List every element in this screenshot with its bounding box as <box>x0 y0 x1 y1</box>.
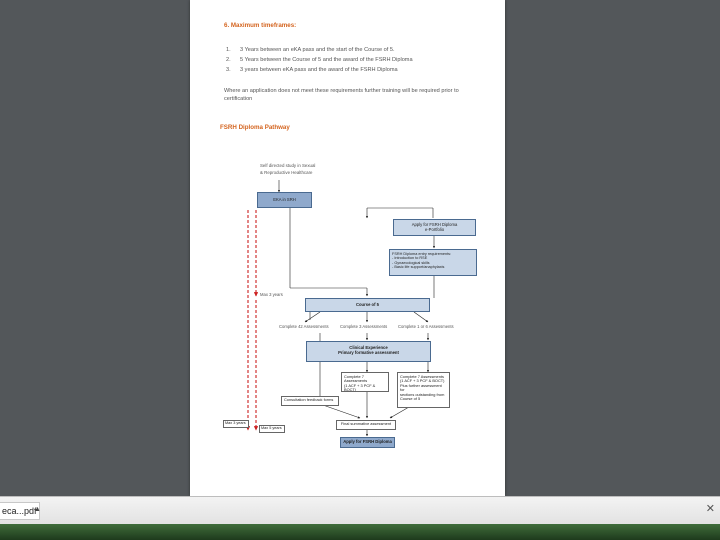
max-years-label-b: Max 3 years <box>223 420 249 428</box>
pdf-viewer[interactable]: 6. Maximum timeframes: 1. 3 Years betwee… <box>0 0 720 496</box>
flow-start-line-2: & Reproductive Healthcare <box>260 170 313 175</box>
flow-box-assess-a: Complete 7 Assessments (1 ACF + 3 PCF & … <box>341 372 389 392</box>
max-years-label-c: Max 5 years <box>259 425 285 433</box>
flow-box-apply-final: Apply for FSRH Diploma <box>340 437 395 448</box>
flow-box-consultation-label: Consultation feedback forms <box>284 397 334 402</box>
flow-box-requirements: FSRH Diploma entry requirements: - Intro… <box>389 249 477 276</box>
flow-box-apply-line-2: e-Portfolio <box>424 226 445 232</box>
flow-box-clinical-line-2: Primary formative assessment <box>338 349 399 355</box>
flow-box-final: Final summative assessment <box>336 420 396 430</box>
flow-box-apply: Apply for FSRH Diploma e-Portfolio <box>393 219 476 236</box>
flow-branch-left: Complete 42 Assessments <box>279 324 329 329</box>
download-item-label: eca...pdf <box>2 506 37 516</box>
chevron-up-icon[interactable]: ▲ <box>34 506 41 513</box>
max-years-label-b-text: Max 3 years <box>225 421 246 425</box>
flow-branch-mid: Complete 3 Assessments <box>340 324 388 329</box>
max-years-label-c-text: Max 5 years <box>261 426 282 430</box>
max-years-label-a: Max 3 years <box>260 292 283 298</box>
flow-box-consultation: Consultation feedback forms <box>281 396 339 406</box>
flow-assess-line: Course of 5 <box>400 396 421 402</box>
flow-box-final-label: Final summative assessment <box>340 421 392 426</box>
flow-box-apply-final-label: Apply for FSRH Diploma <box>343 439 392 444</box>
taskbar <box>0 524 720 540</box>
flow-box-eka-label: EKA in SRH <box>273 197 296 202</box>
downloads-bar: eca...pdf ▲ ✕ <box>0 496 720 525</box>
flow-assess-line: (1 ACF + 3 PCF & BOCT) <box>344 382 376 392</box>
flow-box-course: Course of 5 <box>305 298 430 312</box>
flow-req-line: - Basic life support/anaphylaxis <box>392 265 445 270</box>
flow-box-clinical: Clinical Experience Primary formative as… <box>306 341 431 362</box>
flow-box-course-label: Course of 5 <box>355 302 380 307</box>
pdf-page: 6. Maximum timeframes: 1. 3 Years betwee… <box>190 0 505 496</box>
flow-start-line-1: Self directed study in Sexual <box>260 163 316 168</box>
flow-box-eka: EKA in SRH <box>257 192 312 208</box>
flow-box-assess-b: Complete 7 Assessments (1 ACF + 3 PCF & … <box>397 372 450 408</box>
flow-branch-right: Complete 1 or 6 Assessments <box>398 324 454 329</box>
close-icon[interactable]: ✕ <box>706 502 715 515</box>
